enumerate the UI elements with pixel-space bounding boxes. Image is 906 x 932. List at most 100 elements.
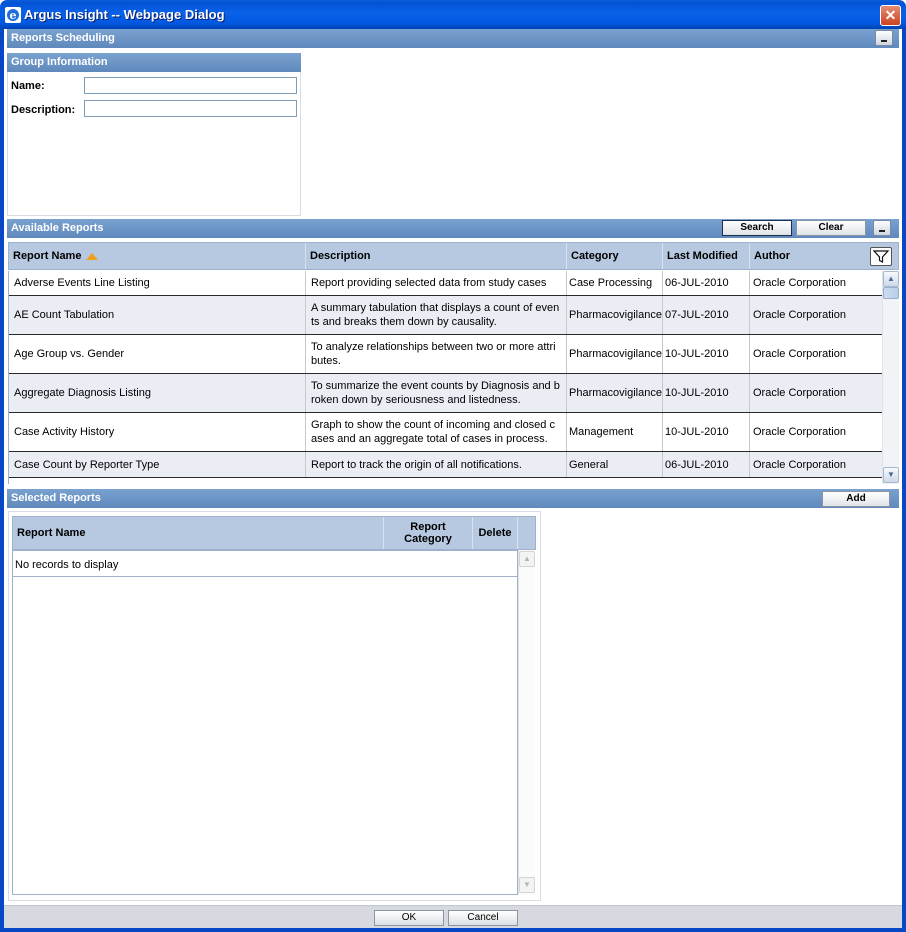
reports-scheduling-title: Reports Scheduling [11, 32, 115, 44]
selected-reports-grid-header: Report Name Report Category Delete [12, 516, 536, 550]
column-header-description[interactable]: Description [306, 243, 567, 269]
cell-author: Oracle Corporation [750, 452, 882, 477]
cell-category: General [567, 452, 663, 477]
add-button[interactable]: Add [822, 491, 890, 507]
reports-scheduling-header: Reports Scheduling [7, 29, 899, 48]
cell-category: Pharmacovigilance [567, 374, 663, 412]
cell-report-name: Case Count by Reporter Type [9, 452, 306, 477]
close-icon: ✕ [884, 7, 897, 23]
scroll-down-button[interactable]: ▼ [883, 467, 899, 483]
column-header-label: Category [571, 250, 619, 262]
cell-description: A summary tabulation that displays a cou… [306, 296, 567, 334]
window-title: Argus Insight -- Webpage Dialog [24, 7, 225, 22]
window-border-right [902, 29, 906, 932]
cell-category: Pharmacovigilance [567, 335, 663, 373]
sort-ascending-icon[interactable] [86, 253, 99, 260]
chevron-up-icon: ▲ [523, 554, 531, 563]
name-input[interactable] [84, 77, 297, 94]
search-button[interactable]: Search [722, 220, 792, 236]
dialog-footer: OK Cancel [4, 905, 902, 928]
cell-last-modified: 06-JUL-2010 [663, 452, 750, 477]
window-border-left [0, 29, 4, 932]
column-header-label: Delete [478, 527, 512, 539]
chevron-down-icon: ▼ [887, 470, 895, 479]
table-row[interactable]: Age Group vs. Gender To analyze relation… [9, 335, 882, 374]
cell-author: Oracle Corporation [750, 413, 882, 451]
group-information-header: Group Information [7, 53, 301, 72]
cell-report-name: Case Activity History [9, 413, 306, 451]
column-header-last-modified[interactable]: Last Modified [663, 243, 750, 269]
table-row[interactable]: Adverse Events Line Listing Report provi… [9, 271, 882, 296]
cell-last-modified: 10-JUL-2010 [663, 413, 750, 451]
cancel-button[interactable]: Cancel [448, 910, 518, 926]
cell-report-name: AE Count Tabulation [9, 296, 306, 334]
group-information-title: Group Information [11, 56, 108, 68]
cell-last-modified: 10-JUL-2010 [663, 374, 750, 412]
column-header-label: Report Category [404, 521, 452, 545]
available-reports-grid: Adverse Events Line Listing Report provi… [8, 271, 882, 484]
column-header-label: Report Name [17, 527, 86, 539]
cell-last-modified: 06-JUL-2010 [663, 271, 750, 295]
no-records-message: No records to display [15, 559, 119, 571]
name-label: Name: [11, 80, 45, 92]
ok-button[interactable]: OK [374, 910, 444, 926]
column-header-delete[interactable]: Delete [473, 517, 518, 549]
selected-reports-scrollbar[interactable]: ▲ ▼ [518, 550, 535, 895]
cell-last-modified: 07-JUL-2010 [663, 296, 750, 334]
cell-report-name: Aggregate Diagnosis Listing [9, 374, 306, 412]
cell-category: Management [567, 413, 663, 451]
available-reports-grid-header: Report Name Description Category Last Mo… [8, 242, 899, 270]
chevron-up-icon: ▲ [887, 274, 895, 283]
description-input[interactable] [84, 100, 297, 117]
available-reports-title: Available Reports [11, 222, 104, 234]
chevron-down-icon: ▼ [523, 880, 531, 889]
scroll-up-button[interactable]: ▲ [883, 271, 899, 287]
selected-reports-title: Selected Reports [11, 492, 101, 504]
cell-report-name: Adverse Events Line Listing [9, 271, 306, 295]
scroll-down-button[interactable]: ▼ [519, 877, 535, 893]
collapse-scheduling-button[interactable] [875, 30, 893, 46]
table-row[interactable]: Aggregate Diagnosis Listing To summarize… [9, 374, 882, 413]
table-row[interactable]: Case Count by Reporter Type Report to tr… [9, 452, 882, 478]
cell-author: Oracle Corporation [750, 335, 882, 373]
close-button[interactable]: ✕ [880, 5, 901, 26]
window-border-bottom [0, 928, 906, 932]
cell-report-name: Age Group vs. Gender [9, 335, 306, 373]
cell-category: Case Processing [567, 271, 663, 295]
selected-reports-grid: No records to display [12, 550, 518, 895]
cell-description: Graph to show the count of incoming and … [306, 413, 567, 451]
cell-description: Report providing selected data from stud… [306, 271, 567, 295]
collapse-available-button[interactable] [873, 220, 891, 236]
cell-description: Report to track the origin of all notifi… [306, 452, 567, 477]
available-reports-scrollbar[interactable]: ▲ ▼ [882, 271, 899, 484]
svg-text:e: e [10, 9, 17, 22]
column-header-report-name[interactable]: Report Name [13, 517, 384, 549]
cell-last-modified: 10-JUL-2010 [663, 335, 750, 373]
description-label: Description: [11, 104, 76, 116]
cell-description: To summarize the event counts by Diagnos… [306, 374, 567, 412]
scroll-up-button[interactable]: ▲ [519, 551, 535, 567]
empty-row: No records to display [13, 553, 518, 577]
filter-button[interactable] [870, 247, 892, 266]
ie-icon: e [5, 7, 21, 23]
cell-author: Oracle Corporation [750, 374, 882, 412]
cell-description: To analyze relationships between two or … [306, 335, 567, 373]
column-header-label: Report Name [13, 250, 82, 262]
selected-reports-header: Selected Reports Add [7, 489, 899, 508]
clear-button[interactable]: Clear [796, 220, 866, 236]
cell-author: Oracle Corporation [750, 296, 882, 334]
available-reports-header: Available Reports Search Clear [7, 219, 899, 238]
cell-author: Oracle Corporation [750, 271, 882, 295]
column-header-label: Author [754, 250, 791, 262]
column-header-category[interactable]: Category [567, 243, 663, 269]
filter-funnel-icon [872, 250, 890, 263]
column-header-report-name[interactable]: Report Name [9, 243, 306, 269]
table-row[interactable]: Case Activity History Graph to show the … [9, 413, 882, 452]
column-header-label: Description [310, 250, 371, 262]
scroll-thumb[interactable] [883, 287, 899, 299]
column-header-label: Last Modified [667, 250, 738, 262]
cell-category: Pharmacovigilance [567, 296, 663, 334]
window-title-bar[interactable]: e Argus Insight -- Webpage Dialog ✕ [0, 0, 906, 29]
table-row[interactable]: AE Count Tabulation A summary tabulation… [9, 296, 882, 335]
column-header-report-category[interactable]: Report Category [384, 517, 473, 549]
